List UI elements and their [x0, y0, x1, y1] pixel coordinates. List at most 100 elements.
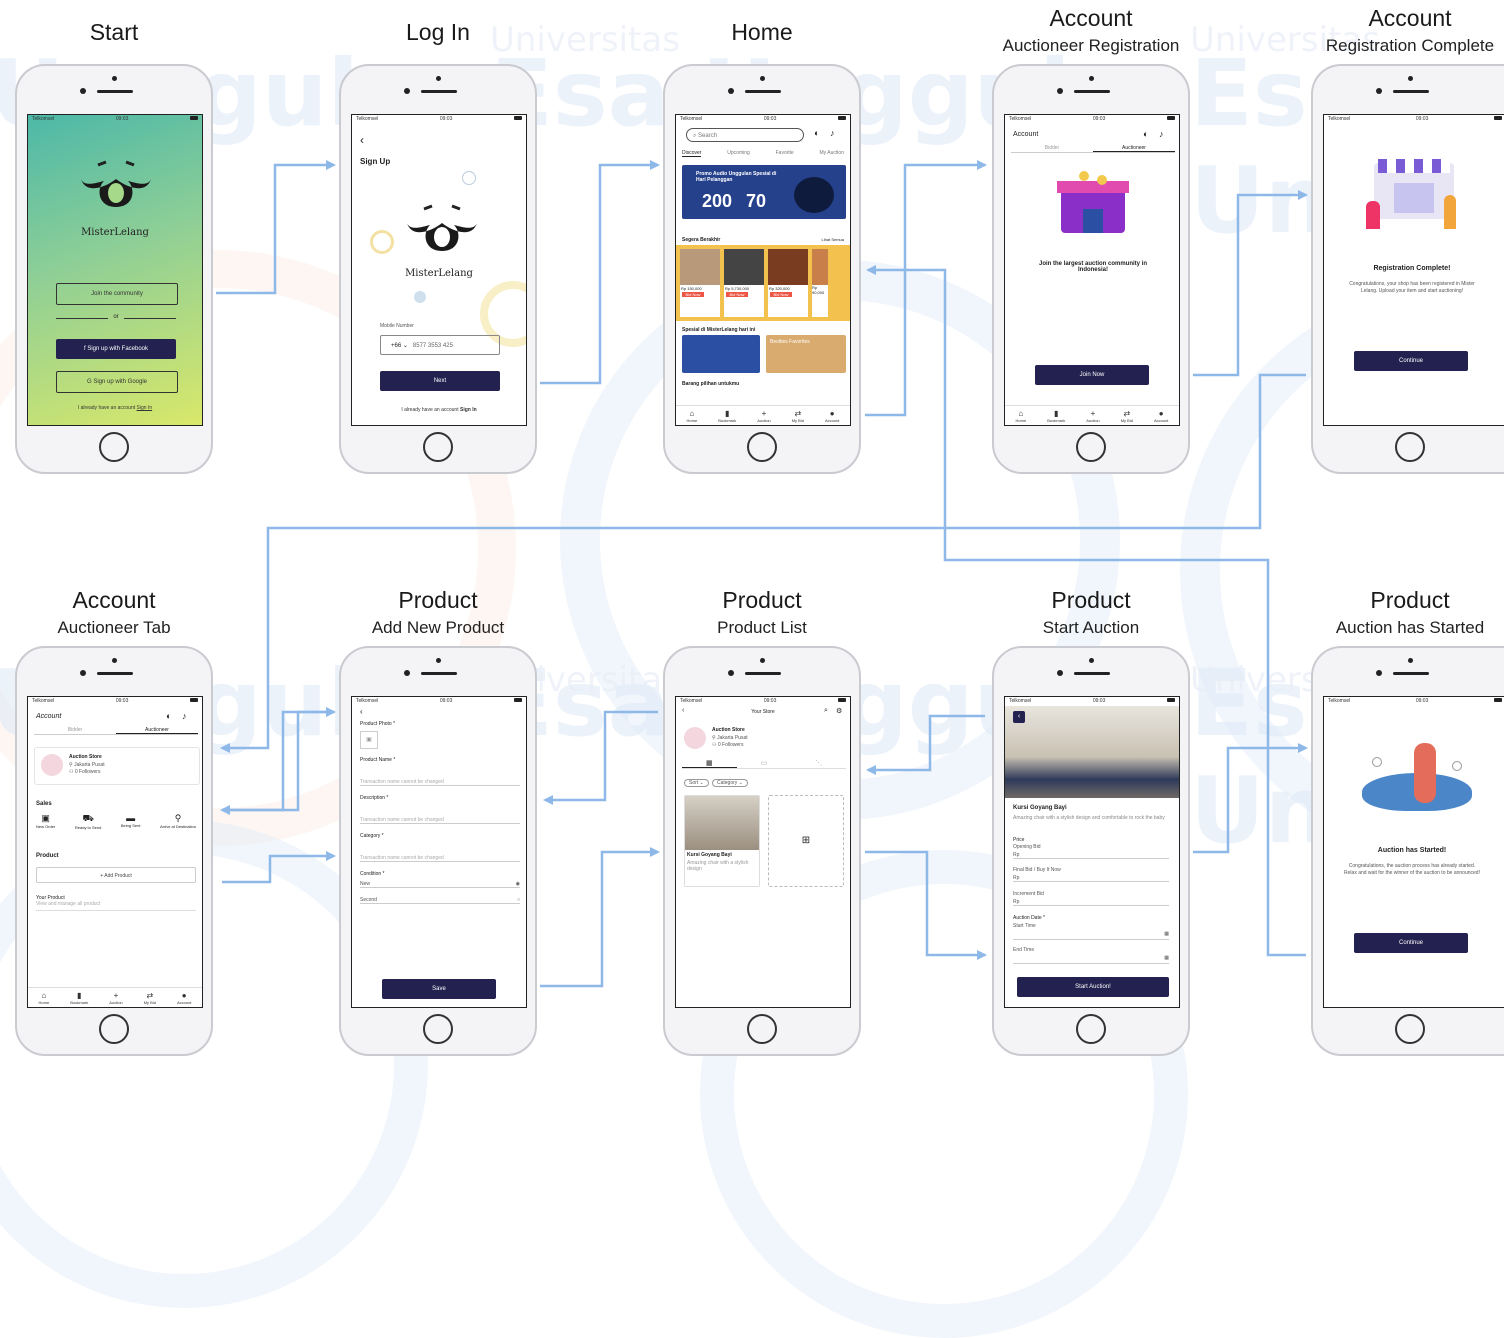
- nav-bookmark[interactable]: ▮ Bookmark: [1047, 410, 1065, 424]
- gear-icon[interactable]: ⚙: [836, 707, 842, 715]
- signin-link[interactable]: I already have an account Sign In: [28, 405, 202, 411]
- arrow-login-home: [540, 160, 660, 385]
- store-followers: ⚇ 0 Followers: [712, 742, 744, 748]
- store-card[interactable]: Auction Store ⚲ Jakarta Pusat ⚇ 0 Follow…: [34, 747, 200, 785]
- nav-auction[interactable]: + Auction: [1086, 409, 1099, 424]
- tab-stats[interactable]: ⋱: [791, 759, 846, 768]
- nav-account[interactable]: ● Account: [177, 991, 191, 1006]
- opening-bid-field[interactable]: Rp: [1013, 852, 1169, 859]
- back-button[interactable]: ‹: [1013, 711, 1025, 723]
- arrow-reg-complete: [1193, 190, 1308, 377]
- product-card[interactable]: Kursi Goyang Bayi Amazing chair with a s…: [684, 795, 760, 887]
- camera-icon[interactable]: ▣: [360, 731, 378, 749]
- nav-my-bid[interactable]: ⇄ My Bid: [1121, 410, 1133, 424]
- notification-icon[interactable]: ♪: [182, 711, 187, 721]
- nav-my-bid[interactable]: ⇄ My Bid: [792, 410, 804, 424]
- plus-icon: +: [1090, 409, 1096, 418]
- nav-home[interactable]: ⌂ Home: [39, 991, 50, 1006]
- category-field[interactable]: Transaction name cannot be changed: [360, 855, 520, 862]
- nav-account[interactable]: ● Account: [1154, 410, 1168, 424]
- increment-field[interactable]: Rp: [1013, 899, 1169, 906]
- promo-card[interactable]: [682, 335, 760, 373]
- auction-illustration: [1354, 737, 1474, 817]
- being-sent-item[interactable]: ▬ Being Sent: [121, 813, 141, 830]
- condition-new-option[interactable]: New ◉: [360, 881, 520, 888]
- product-desc: Amazing chair with a stylish design and …: [1013, 815, 1165, 821]
- status-bar: Telkomsel 09:03: [352, 115, 526, 124]
- end-time-field[interactable]: End Time ▦: [1013, 947, 1169, 964]
- nav-home[interactable]: ⌂ Home: [687, 410, 698, 424]
- see-all-link[interactable]: Lihat Semua: [822, 237, 844, 242]
- sort-filter[interactable]: Sort ⌄: [684, 779, 709, 787]
- product-card[interactable]: Rp 320,000 Bid Now: [768, 249, 808, 317]
- search-input[interactable]: ⌕ Search: [686, 128, 804, 142]
- screen-title: Account: [72, 587, 156, 613]
- tab-my-auction[interactable]: My Auction: [820, 150, 844, 157]
- google-signup-button[interactable]: G Sign up with Google: [56, 371, 178, 393]
- screen-subtitle: Product List: [717, 618, 807, 637]
- save-button[interactable]: Save: [382, 979, 496, 999]
- truck-icon: ▬: [126, 813, 136, 823]
- photo-label: Product Photo *: [360, 721, 396, 727]
- join-now-button[interactable]: Join Now: [1035, 365, 1149, 385]
- continue-button[interactable]: Continue: [1354, 351, 1468, 371]
- chat-icon[interactable]: ◐: [814, 128, 819, 138]
- product-card[interactable]: Rp 150,000 Bid Now: [680, 249, 720, 317]
- account-icon: ●: [181, 991, 187, 1000]
- join-community-button[interactable]: Join the community: [56, 283, 178, 305]
- start-time-field[interactable]: Start Time ▦: [1013, 923, 1169, 940]
- category-filter[interactable]: Category ⌄: [712, 779, 748, 787]
- start-auction-button[interactable]: Start Auction!: [1017, 977, 1169, 997]
- back-icon[interactable]: ‹: [360, 707, 363, 716]
- nav-bookmark[interactable]: ▮ Bookmark: [718, 410, 736, 424]
- continue-button[interactable]: Continue: [1354, 933, 1468, 953]
- section-title: Spesial di MisterLelang hari ini: [682, 327, 756, 333]
- product-card[interactable]: Rp 5,730,000 Bid Now: [724, 249, 764, 317]
- new-order-item[interactable]: ▣ New Order: [36, 813, 55, 830]
- your-product-link[interactable]: Your Product View and manage all product: [36, 895, 196, 911]
- chat-icon[interactable]: ◐: [166, 711, 171, 721]
- radio-empty-icon: ○: [516, 897, 520, 903]
- ready-to-send-item[interactable]: ⛟ Ready to Send: [75, 813, 101, 830]
- promo-banner[interactable]: Promo Audio Unggulan Spesial di Hari Pel…: [682, 165, 846, 219]
- nav-bookmark[interactable]: ▮ Bookmark: [70, 992, 88, 1006]
- buy-now-field[interactable]: Rp: [1013, 875, 1169, 882]
- nav-auction[interactable]: + Auction: [757, 410, 770, 424]
- add-product-button[interactable]: + Add Product: [36, 867, 196, 883]
- notification-icon[interactable]: ♪: [830, 128, 835, 138]
- search-icon[interactable]: ⌕: [824, 707, 828, 715]
- screen-subtitle: Auction has Started: [1335, 618, 1485, 637]
- condition-second-option[interactable]: Second ○: [360, 897, 520, 904]
- signin-link[interactable]: I already have an account Sign In: [352, 407, 526, 413]
- tab-discover[interactable]: Discover: [682, 150, 702, 157]
- tab-gallery[interactable]: ▭: [737, 759, 792, 768]
- nav-auction[interactable]: + Auction: [109, 992, 122, 1006]
- tab-upcoming[interactable]: Upcoming: [727, 150, 750, 157]
- tab-auctioneer[interactable]: Auctioneer: [1093, 145, 1175, 152]
- next-button[interactable]: Next: [380, 371, 500, 391]
- status-bar: Telkomsel 09:03: [676, 697, 850, 706]
- chat-icon[interactable]: ◐: [1143, 129, 1148, 139]
- facebook-signup-button[interactable]: f Sign up with Facebook: [56, 339, 176, 359]
- tab-bidder[interactable]: Bidder: [1011, 145, 1093, 152]
- notification-icon[interactable]: ♪: [1159, 129, 1164, 139]
- name-field[interactable]: Transaction name cannot be changed: [360, 779, 520, 786]
- desc-field[interactable]: Transaction name cannot be changed: [360, 817, 520, 824]
- add-product-tile[interactable]: ⊞: [768, 795, 844, 887]
- arrived-item[interactable]: ⚲ Arrive at Destination: [160, 813, 196, 830]
- screen-subtitle: Registration Complete: [1325, 36, 1495, 55]
- promo-card[interactable]: Bestties Favorites: [766, 335, 846, 373]
- home-icon: ⌂: [41, 991, 47, 1000]
- phone-field[interactable]: +66 ⌄ 8577 3553 425: [380, 335, 500, 355]
- nav-home[interactable]: ⌂ Home: [1016, 410, 1027, 424]
- nav-my-bid[interactable]: ⇄ My Bid: [144, 992, 156, 1006]
- arrow-start-list: [866, 714, 985, 775]
- tab-products[interactable]: ▦: [682, 759, 737, 768]
- tab-bidder[interactable]: Bidder: [34, 727, 116, 734]
- tab-auctioneer[interactable]: Auctioneer: [116, 727, 198, 734]
- nav-account[interactable]: ● Account: [825, 410, 839, 424]
- back-icon[interactable]: ‹: [360, 133, 364, 147]
- product-card[interactable]: Rp 90,000: [812, 249, 828, 317]
- screen-title: Product: [722, 587, 802, 613]
- tab-favorite[interactable]: Favorite: [776, 150, 794, 157]
